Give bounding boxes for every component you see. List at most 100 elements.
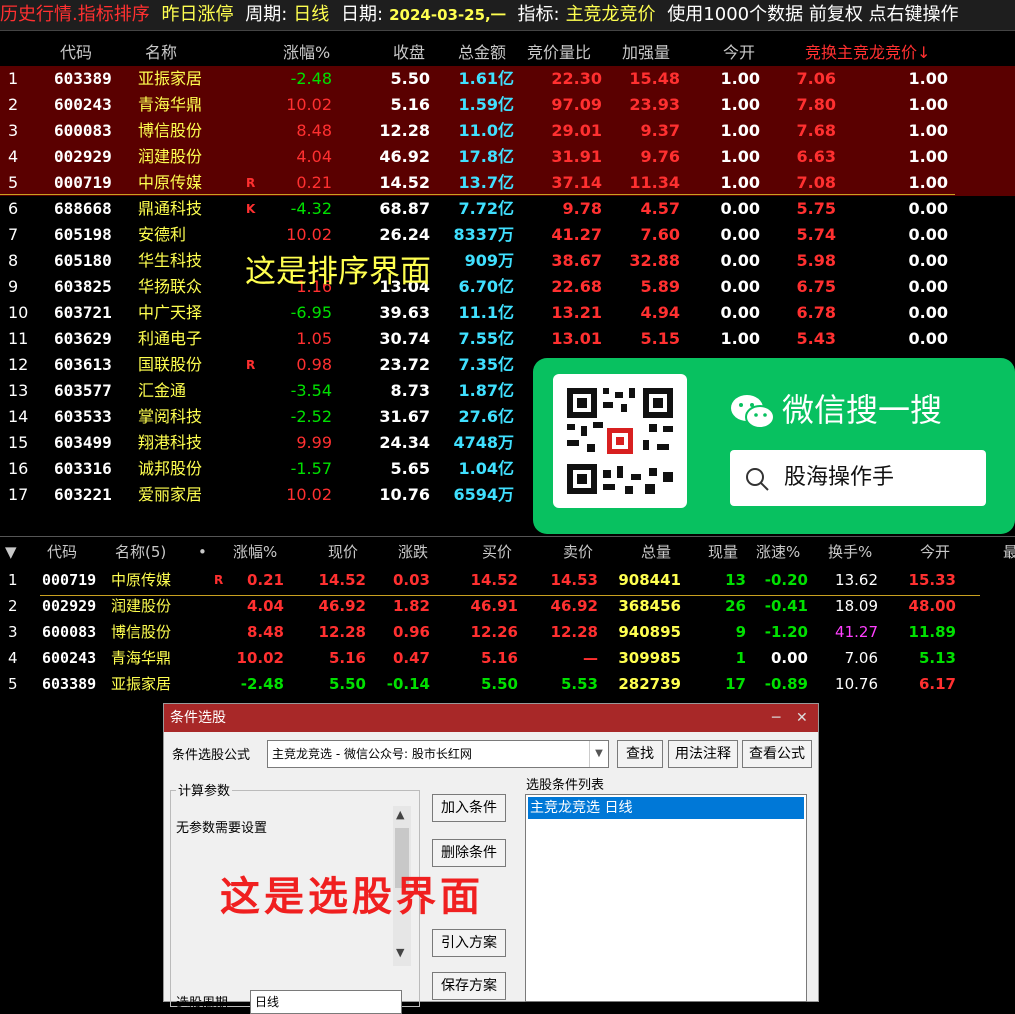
period-select[interactable]: 日线 [250,990,402,1014]
cell-code: 603613 [54,355,112,374]
cell-chg: -4.32 [290,199,332,218]
title-indicator-label: 指标: [517,4,560,25]
header-amount[interactable]: 总金额 [458,40,506,66]
cell-n: 16 [8,459,29,478]
table-row[interactable]: 10 603721 中广天择 -6.95 39.63 11.1亿 13.21 4.94 0.00… [0,300,1015,326]
cell-close: 31.67 [379,407,430,426]
minimize-icon[interactable]: ─ [772,704,780,732]
header-indicator-sorted[interactable]: 竞换主竞龙竞价↓ [805,40,930,66]
cell-n: 3 [8,623,18,641]
table-row[interactable]: 3 600083 博信股份 8.48 12.28 11.0亿 29.01 9.37 1.00 7.… [0,118,1015,144]
table-row[interactable]: 1 000719 中原传媒 R 0.21 14.52 0.03 14.52 14.53 90844… [0,567,1015,593]
table-row[interactable]: 1 603389 亚振家居 -2.48 5.50 1.61亿 22.30 15.48 1.00 7… [0,66,1015,92]
usage-button[interactable]: 用法注释 [668,740,738,768]
cell-swap: 7.68 [796,121,836,140]
cell-swap: 5.43 [796,329,836,348]
cell-code: 603221 [54,485,112,504]
add-condition-button[interactable]: 加入条件 [432,794,506,822]
header-change[interactable]: 涨幅% [283,40,330,66]
header-boost[interactable]: 加强量 [622,40,670,66]
cell-swap: 6.63 [796,147,836,166]
cell-vol: 309985 [618,649,681,667]
cell-boost: 32.88 [629,251,680,270]
cell-close: 68.87 [379,199,430,218]
header-code[interactable]: 代码 [60,40,92,66]
scroll-down-icon[interactable]: ▼ [396,946,404,959]
save-plan-button[interactable]: 保存方案 [432,972,506,1000]
table-row[interactable]: 11 603629 利通电子 1.05 30.74 7.55亿 13.01 5.15 1.00 5… [0,326,1015,352]
cell-close: 5.65 [390,459,430,478]
cell-swap: 5.75 [796,199,836,218]
table-row[interactable]: 5 000719 中原传媒 R 0.21 14.52 13.7亿 37.14 11.34 1.00… [0,170,1015,196]
qheader-current[interactable]: 现量 [708,539,738,565]
cell-boost: 23.93 [629,95,680,114]
qheader-high-cut[interactable]: 最 [1003,539,1015,565]
formula-select[interactable]: 主竞龙竞选 - 微信公众号: 股市长红网 ▼ [267,740,609,768]
cell-ask: — [583,649,598,667]
qheader-open[interactable]: 今开 [920,539,950,565]
cell-n: 2 [8,597,18,615]
qheader-speed[interactable]: 涨速% [756,539,800,565]
cell-chg: -3.54 [290,381,332,400]
table-row[interactable]: 2 002929 润建股份 4.04 46.92 1.82 46.91 46.92 368456… [0,593,1015,619]
cell-code: 603316 [54,459,112,478]
qheader-price[interactable]: 现价 [328,539,358,565]
table-row[interactable]: 8 605180 华生科技 909万 38.67 32.88 0.00 5.98 0.00 [0,248,1015,274]
scroll-up-icon[interactable]: ▲ [396,808,404,821]
wechat-search-brand: 微信搜一搜 [730,388,992,432]
delete-condition-button[interactable]: 删除条件 [432,839,506,867]
cell-code: 603721 [54,303,112,322]
table-row[interactable]: 4 002929 润建股份 4.04 46.92 17.8亿 31.91 9.76 1.00 6.… [0,144,1015,170]
cell-close: 26.24 [379,225,430,244]
cell-code: 002929 [42,597,97,615]
cell-swap: 7.08 [796,173,836,192]
qheader-dot[interactable]: • [198,539,207,565]
close-icon[interactable]: ✕ [796,704,808,732]
find-button[interactable]: 查找 [617,740,663,768]
cell-cur: 17 [725,675,746,693]
cell-code: 600083 [42,623,97,641]
qheader-diff[interactable]: 涨跌 [398,539,428,565]
view-formula-button[interactable]: 查看公式 [742,740,812,768]
top-row-divider [0,194,955,195]
qheader-ask[interactable]: 卖价 [563,539,593,565]
cell-ratio: 97.09 [551,95,602,114]
params-label: 计算参数 [176,780,233,799]
cell-boost: 15.48 [629,69,680,88]
header-open[interactable]: 今开 [723,40,755,66]
chevron-down-icon[interactable]: ▼ [589,741,608,767]
cell-chg: -1.57 [290,459,332,478]
cell-code: 603499 [54,433,112,452]
cell-ratio: 37.14 [551,173,602,192]
cell-n: 12 [8,355,29,374]
qheader-name[interactable]: 名称(5) [115,539,166,565]
search-icon [746,468,769,491]
header-name[interactable]: 名称 [145,40,177,66]
cell-name: 博信股份 [138,121,203,140]
import-plan-button[interactable]: 引入方案 [432,929,506,957]
cell-diff: -0.14 [386,675,430,693]
condition-list-item[interactable]: 主竞龙竞选 日线 [528,797,804,819]
qheader-volume[interactable]: 总量 [641,539,671,565]
wechat-search-box[interactable]: 股海操作手 [730,450,986,506]
table-row[interactable]: 2 600243 青海华鼎 10.02 5.16 1.59亿 97.09 23.93 1.00 7… [0,92,1015,118]
header-auction-ratio[interactable]: 竞价量比 [527,40,591,66]
qheader-bid[interactable]: 买价 [482,539,512,565]
cell-n: 4 [8,147,19,166]
qheader-change[interactable]: 涨幅% [233,539,277,565]
condition-list[interactable]: 主竞龙竞选 日线 [525,794,807,1002]
qheader-turnover[interactable]: 换手% [828,539,872,565]
cell-n: 17 [8,485,29,504]
table-row[interactable]: 3 600083 博信股份 8.48 12.28 0.96 12.26 12.28 940895… [0,619,1015,645]
collapse-arrow-icon[interactable]: ▼ [5,539,17,565]
qheader-code[interactable]: 代码 [47,539,77,565]
table-row[interactable]: 4 600243 青海华鼎 10.02 5.16 0.47 5.16 — 309985 1 0.00… [0,645,1015,671]
table-row[interactable]: 6 688668 鼎通科技 K -4.32 68.87 7.72亿 9.78 4.57 0.00 5… [0,196,1015,222]
stock-picker-dialog: 条件选股 ─ ✕ 条件选股公式 主竞龙竞选 - 微信公众号: 股市长红网 ▼ 查… [163,703,819,1014]
header-close[interactable]: 收盘 [393,40,425,66]
cell-close: 10.76 [379,485,430,504]
table-row[interactable]: 9 603825 华扬联众 1.16 13.04 6.70亿 22.68 5.89 0.00 6.… [0,274,1015,300]
cell-turn: 18.09 [835,597,878,615]
table-row[interactable]: 5 603389 亚振家居 -2.48 5.50 -0.14 5.50 5.53 282739 1… [0,671,1015,697]
table-row[interactable]: 7 605198 安德利 10.02 26.24 8337万 41.27 7.60 0.00 5.… [0,222,1015,248]
